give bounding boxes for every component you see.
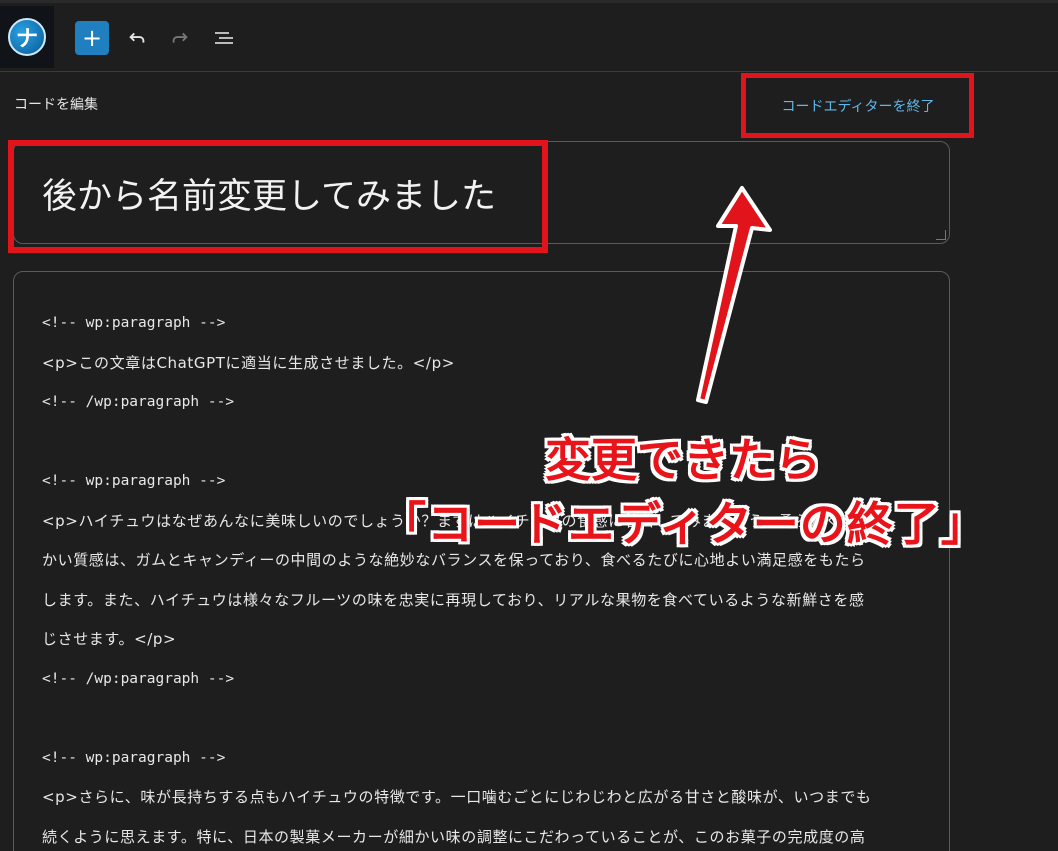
code-editor-mode-label: コードを編集 — [14, 97, 98, 113]
document-overview-button[interactable] — [207, 21, 241, 55]
code-line: <!-- /wp:paragraph --> — [42, 394, 235, 410]
code-line: <!-- /wp:paragraph --> — [42, 670, 235, 687]
plus-icon: + — [81, 24, 103, 52]
code-line: します。また、ハイチュウは様々なフルーツの味を忠実に再現しており、リアルな果物を… — [42, 590, 865, 609]
redo-icon — [172, 32, 188, 43]
code-line: <!-- wp:paragraph --> — [42, 749, 226, 766]
site-logo[interactable]: ナ — [0, 6, 54, 68]
title-resize-handle[interactable] — [936, 230, 946, 240]
code-editor-textarea[interactable]: <!-- wp:paragraph --> <p>この文章はChatGPTに適当に… — [13, 271, 950, 851]
editor-toolbar: ナ + — [0, 0, 1058, 72]
code-line: <p>さらに、味が長持ちする点もハイチュウの特徴です。一口噛むごとにじわじわと広… — [42, 788, 872, 806]
code-line: <!-- wp:paragraph --> — [42, 315, 226, 331]
undo-button[interactable] — [120, 21, 154, 55]
code-line: じさせます。</p> — [42, 630, 177, 648]
undo-icon — [129, 32, 145, 43]
list-view-icon — [215, 32, 233, 44]
post-title-text[interactable]: 後から名前変更してみました — [42, 168, 496, 219]
redo-button[interactable] — [163, 21, 197, 55]
window-top-strip — [0, 0, 1058, 3]
annotation-text-line2: 「コードエディターの終了」 — [380, 497, 988, 551]
code-line: <p>この文章はChatGPTに適当に生成させました。</p> — [42, 353, 455, 372]
logo-circle: ナ — [8, 18, 46, 56]
logo-glyph: ナ — [15, 27, 38, 52]
exit-code-editor-button[interactable]: コードエディターを終了 — [746, 78, 970, 134]
add-block-button[interactable]: + — [75, 21, 109, 55]
annotation-text-line1: 変更できたら — [545, 433, 821, 487]
code-line: 続くように思えます。特に、日本の製菓メーカーが細かい味の調整にこだわっていること… — [42, 827, 866, 846]
